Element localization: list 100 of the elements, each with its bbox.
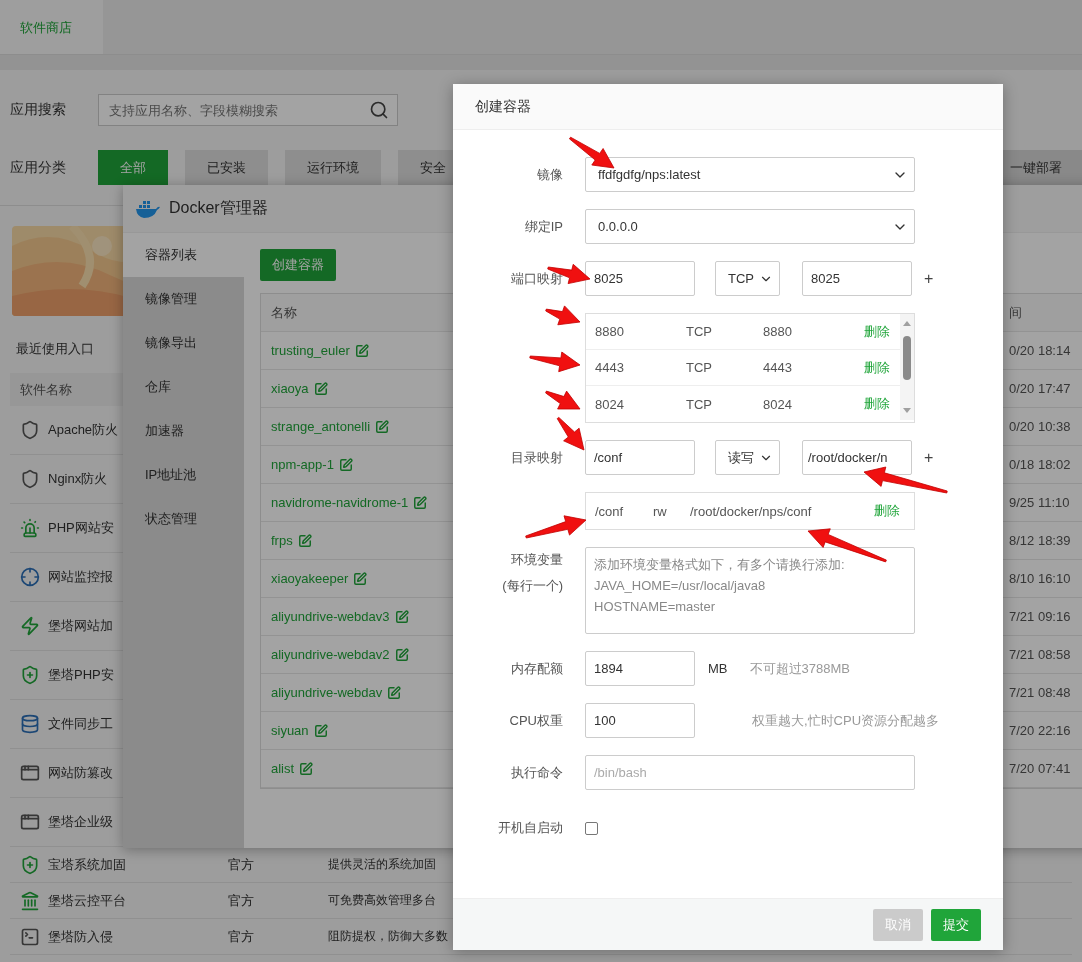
sidebar-item[interactable]: 镜像导出	[123, 321, 244, 365]
image-select[interactable]: ffdfgdfg/nps:latest	[585, 157, 915, 192]
submit-button[interactable]: 提交	[931, 908, 981, 941]
sidebar-item[interactable]: 加速器	[123, 409, 244, 453]
container-name-link[interactable]: xiaoyakeeper	[261, 571, 368, 586]
container-name-link[interactable]: siyuan	[261, 723, 328, 738]
container-name-link[interactable]: npm-app-1	[261, 457, 353, 472]
edit-icon[interactable]	[394, 647, 409, 662]
host-port-field[interactable]: 8025	[585, 261, 695, 296]
app-name: PHP网站安	[48, 519, 114, 537]
app-icon	[20, 763, 40, 783]
container-name-link[interactable]: strange_antonelli	[261, 419, 390, 434]
mode-select[interactable]: 读写	[715, 440, 780, 475]
delete-link[interactable]: 删除	[864, 395, 900, 413]
host-dir-field[interactable]: /conf	[585, 440, 695, 475]
category-button[interactable]: 已安装	[185, 150, 268, 185]
autostart-checkbox[interactable]	[585, 821, 598, 835]
add-button[interactable]: +	[924, 269, 934, 288]
sidebar-item[interactable]: 容器列表	[123, 233, 244, 277]
edit-icon[interactable]	[313, 381, 328, 396]
app-icon	[20, 714, 40, 734]
field-label: CPU权重	[509, 711, 563, 730]
app-name: 堡塔企业级	[48, 813, 113, 831]
field-label: 镜像	[537, 165, 563, 184]
field-label: 端口映射	[511, 269, 563, 288]
field-label: 执行命令	[511, 763, 563, 782]
section-title: 最近使用入口	[16, 340, 94, 358]
edit-icon[interactable]	[297, 533, 312, 548]
list-cell-text: /conf	[595, 503, 625, 519]
annotation-arrow	[525, 515, 587, 539]
table-cell-text: 官方	[228, 891, 255, 910]
sidebar-item[interactable]: 镜像管理	[123, 277, 244, 321]
sidebar-item[interactable]: 状态管理	[123, 497, 244, 541]
memory-field[interactable]: 1894	[585, 651, 695, 686]
table-cell-text: 官方	[228, 855, 255, 874]
list-cell-text: rw	[653, 503, 668, 519]
category-button[interactable]: 运行环境	[285, 150, 381, 185]
table-cell-text: 0/20 17:47	[1008, 381, 1072, 396]
app-name: 文件同步工	[48, 715, 113, 733]
command-field[interactable]: /bin/bash	[585, 755, 915, 790]
app-name: Nginx防火	[48, 470, 108, 488]
table-cell-text: 0/18 18:02	[1008, 457, 1072, 472]
edit-icon[interactable]	[338, 457, 353, 472]
container-name-link[interactable]: trusting_euler	[261, 343, 369, 358]
create-container-button[interactable]: 创建容器	[260, 249, 336, 281]
app-icon	[20, 854, 40, 875]
sidebar-item[interactable]: 仓库	[123, 365, 244, 409]
edit-icon[interactable]	[313, 723, 328, 738]
table-cell: 阻防提权，防御大多数	[328, 928, 449, 945]
container-name-link[interactable]: aliyundrive-webdav3	[261, 609, 409, 624]
annotation-arrow	[545, 390, 581, 410]
edit-icon[interactable]	[387, 685, 402, 700]
sidebar-item[interactable]: IP地址池	[123, 453, 244, 497]
table-cell-text: 8/10 16:10	[1008, 571, 1072, 586]
table-cell-text: 7/21 08:58	[1008, 647, 1072, 662]
table-cell-text: 提供灵活的系统加固	[328, 856, 437, 873]
container-name-link[interactable]: xiaoya	[261, 381, 328, 396]
category-button[interactable]: 全部	[98, 150, 168, 185]
container-port-field[interactable]: 8025	[802, 261, 912, 296]
container-name-link[interactable]: frps	[261, 533, 312, 548]
table-cell-text: 7/20 07:41	[1008, 761, 1072, 776]
search-icon[interactable]	[369, 100, 389, 120]
scrollbar[interactable]	[900, 314, 914, 420]
table-cell-text: 0/20 10:38	[1008, 419, 1072, 434]
app-name: 网站防篡改	[48, 764, 113, 782]
column-header: 软件名称	[20, 380, 72, 399]
edit-icon[interactable]	[353, 571, 368, 586]
add-button[interactable]: +	[924, 448, 934, 467]
app-icon	[20, 812, 40, 832]
search-box[interactable]: 支持应用名称、字段模糊搜索	[98, 94, 398, 126]
list-cell-text: 8880	[595, 324, 625, 339]
list-cell-text: TCP	[686, 360, 713, 375]
cpu-field[interactable]: 100	[585, 703, 695, 738]
env-textarea[interactable]: 添加环境变量格式如下，有多个请换行添加: JAVA_HOME=/usr/local/java8 HOSTNAME=master	[585, 547, 915, 634]
delete-link[interactable]: 删除	[864, 322, 900, 341]
delete-link[interactable]: 删除	[864, 358, 900, 377]
edit-icon[interactable]	[375, 419, 390, 434]
delete-link[interactable]: 删除	[874, 502, 900, 520]
container-dir-field[interactable]: /root/docker/n	[802, 440, 912, 475]
hint-text: 不可超过3788MB	[749, 659, 850, 678]
search-field[interactable]: 支持应用名称、字段模糊搜索	[107, 101, 347, 119]
container-name-link[interactable]: aliyundrive-webdav2	[261, 647, 409, 662]
container-name-link[interactable]: alist	[261, 761, 314, 776]
protocol-select[interactable]: TCP	[715, 261, 780, 296]
field-label: 开机自启动	[498, 819, 563, 837]
container-name-link[interactable]: aliyundrive-webdav	[261, 685, 402, 700]
hint-text: 权重越大,忙时CPU资源分配越多	[752, 711, 940, 730]
column-header: 名称	[270, 303, 297, 322]
app-name: 堡塔云控平台	[48, 891, 126, 910]
annotation-arrow	[556, 417, 585, 451]
container-name-link[interactable]: navidrome-navidrome-1	[261, 495, 428, 510]
edit-icon[interactable]	[394, 609, 409, 624]
edit-icon[interactable]	[354, 343, 369, 358]
page-tab[interactable]: 软件商店	[0, 0, 103, 54]
list-cell-text: 4443	[595, 360, 625, 375]
edit-icon[interactable]	[413, 495, 428, 510]
ip-select[interactable]: 0.0.0.0	[585, 209, 915, 244]
table-cell-text: 官方	[228, 927, 255, 946]
annotation-arrow	[545, 305, 581, 326]
edit-icon[interactable]	[299, 761, 314, 776]
